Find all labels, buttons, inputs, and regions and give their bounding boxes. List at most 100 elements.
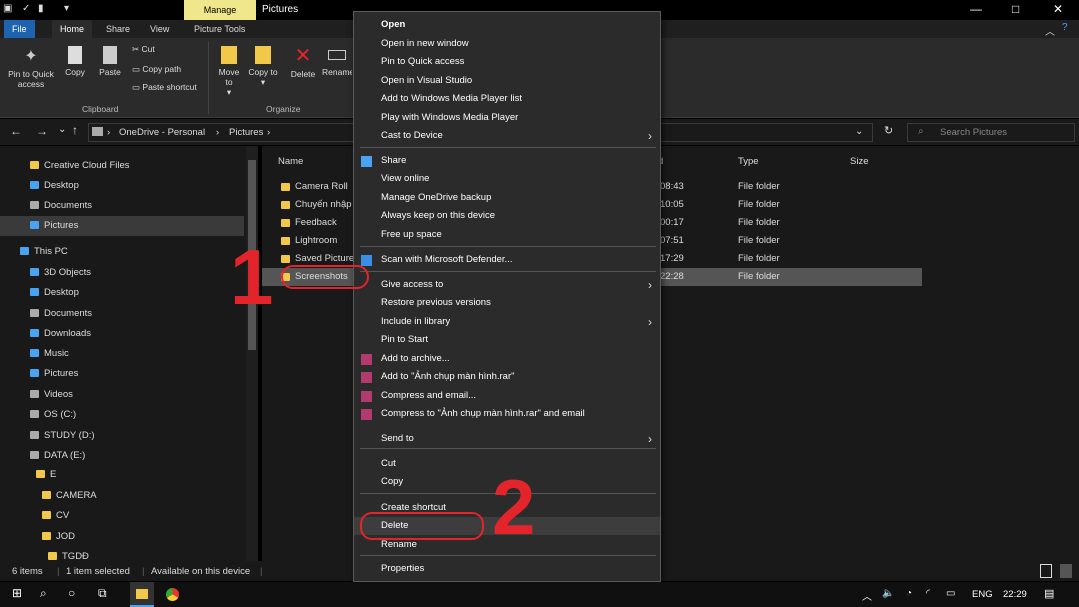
sidebar-item[interactable]: OS (C:) bbox=[0, 405, 244, 425]
menu-item-label: Send to bbox=[381, 433, 414, 444]
menu-restore-versions[interactable]: Restore previous versions bbox=[354, 294, 660, 312]
sidebar-item[interactable]: STUDY (D:) bbox=[0, 426, 244, 446]
windows-start-icon[interactable]: ⊞ bbox=[12, 586, 22, 600]
menu-include-library[interactable]: Include in library › bbox=[354, 313, 660, 331]
up-arrow-icon[interactable]: ↑ bbox=[72, 123, 78, 137]
sidebar-item[interactable]: Music bbox=[0, 344, 244, 364]
sidebar-item[interactable]: Desktop bbox=[0, 283, 244, 303]
search-icon[interactable]: ⌕ bbox=[40, 586, 47, 601]
menu-properties[interactable]: Properties bbox=[354, 560, 660, 578]
copy-button[interactable]: Copy bbox=[62, 46, 88, 77]
cut-button[interactable]: ✂ Cut bbox=[132, 44, 155, 55]
close-button[interactable]: ✕ bbox=[1053, 2, 1063, 16]
network-icon[interactable]: ◜ bbox=[926, 588, 930, 599]
menu-scan-defender[interactable]: Scan with Microsoft Defender... bbox=[354, 251, 660, 269]
menu-always-keep[interactable]: Always keep on this device bbox=[354, 207, 660, 225]
menu-add-wmp-list[interactable]: Add to Windows Media Player list bbox=[354, 90, 660, 108]
details-view-icon[interactable] bbox=[1040, 564, 1052, 578]
menu-give-access[interactable]: Give access to › bbox=[354, 276, 660, 294]
sidebar-item[interactable]: Videos bbox=[0, 385, 244, 405]
properties-icon[interactable]: ✓ bbox=[22, 3, 30, 14]
menu-add-rar[interactable]: Add to "Ảnh chụp màn hình.rar" bbox=[354, 368, 660, 386]
menu-open-new-window[interactable]: Open in new window bbox=[354, 35, 660, 53]
volume-icon[interactable]: 🔈 bbox=[882, 588, 894, 599]
language-indicator[interactable]: ENG bbox=[972, 589, 993, 600]
menu-free-up-space[interactable]: Free up space bbox=[354, 226, 660, 244]
delete-ribbon-button[interactable]: ✕ Delete bbox=[288, 46, 318, 79]
menu-pin-start[interactable]: Pin to Start bbox=[354, 331, 660, 349]
sidebar-item[interactable]: CAMERA bbox=[0, 486, 244, 506]
sidebar-item[interactable]: Creative Cloud Files bbox=[0, 156, 244, 176]
sidebar-item[interactable]: Downloads bbox=[0, 324, 244, 344]
sidebar-item[interactable]: Desktop bbox=[0, 176, 244, 196]
copy-path-button[interactable]: ▭ Copy path bbox=[132, 64, 181, 75]
sidebar-item[interactable]: Documents bbox=[0, 196, 244, 216]
forward-arrow-icon[interactable]: → bbox=[36, 124, 48, 138]
manage-context-tab[interactable]: Manage bbox=[184, 0, 256, 20]
sidebar-item[interactable]: 3D Objects bbox=[0, 263, 244, 283]
rename-ribbon-button[interactable]: Rename bbox=[322, 46, 352, 77]
menu-send-to[interactable]: Send to › bbox=[354, 430, 660, 448]
menu-add-archive[interactable]: Add to archive... bbox=[354, 350, 660, 368]
refresh-button[interactable]: ↻ bbox=[884, 124, 893, 137]
chrome-icon[interactable] bbox=[166, 588, 179, 601]
column-name[interactable]: Name bbox=[278, 156, 303, 167]
menu-separator bbox=[360, 555, 656, 556]
new-folder-icon[interactable]: ▮ bbox=[38, 3, 44, 14]
sidebar-item[interactable]: E bbox=[0, 465, 244, 485]
menu-share[interactable]: Share bbox=[354, 152, 660, 170]
paste-shortcut-button[interactable]: ▭ Paste shortcut bbox=[132, 82, 197, 93]
back-arrow-icon[interactable]: ← bbox=[10, 124, 22, 138]
search-input[interactable]: ⌕ Search Pictures bbox=[907, 123, 1075, 142]
recent-locations-icon[interactable]: ⌄ bbox=[58, 124, 66, 135]
sidebar-item[interactable]: JOD bbox=[0, 527, 244, 547]
minimize-button[interactable]: — bbox=[970, 2, 982, 16]
menu-item-label: Add to archive... bbox=[381, 353, 450, 364]
customize-toolbar-icon[interactable]: ▾ bbox=[64, 3, 69, 14]
column-type[interactable]: Type bbox=[738, 156, 759, 167]
address-dropdown-icon[interactable]: ⌄ bbox=[855, 126, 863, 137]
menu-view-online[interactable]: View online bbox=[354, 170, 660, 188]
menu-cast-to-device[interactable]: Cast to Device › bbox=[354, 127, 660, 145]
large-icons-view-icon[interactable] bbox=[1060, 564, 1072, 578]
menu-play-wmp[interactable]: Play with Windows Media Player bbox=[354, 109, 660, 127]
help-icon[interactable]: ? bbox=[1062, 22, 1068, 33]
breadcrumb-onedrive[interactable]: OneDrive - Personal bbox=[119, 127, 205, 138]
menu-open[interactable]: Open bbox=[354, 16, 660, 34]
maximize-button[interactable]: □ bbox=[1012, 2, 1019, 16]
menu-compress-rar-email[interactable]: Compress to "Ảnh chụp màn hình.rar" and … bbox=[354, 405, 660, 423]
paste-button[interactable]: Paste bbox=[96, 46, 124, 77]
collapse-ribbon-icon[interactable]: ︿ bbox=[1045, 23, 1055, 38]
menu-pin-quick-access[interactable]: Pin to Quick access bbox=[354, 53, 660, 71]
copy-to-button[interactable]: Copy to ▾ bbox=[248, 46, 278, 88]
tab-share[interactable]: Share bbox=[98, 20, 138, 38]
status-divider: | bbox=[57, 566, 60, 577]
pin-quick-access-button[interactable]: ✦ Pin to Quick access bbox=[4, 46, 58, 89]
tab-picture-tools[interactable]: Picture Tools bbox=[186, 20, 253, 38]
sidebar-item[interactable]: Pictures bbox=[0, 216, 244, 236]
tab-home[interactable]: Home bbox=[52, 20, 93, 38]
sidebar-item[interactable]: Pictures bbox=[0, 364, 244, 384]
notifications-icon[interactable]: ▤ bbox=[1044, 587, 1054, 600]
breadcrumb-pictures[interactable]: Pictures bbox=[229, 127, 263, 138]
tab-file[interactable]: File bbox=[4, 20, 35, 38]
clock[interactable]: 22:29 bbox=[1003, 589, 1027, 600]
sidebar-item[interactable]: DATA (E:) bbox=[0, 446, 244, 466]
menu-compress-email[interactable]: Compress and email... bbox=[354, 387, 660, 405]
show-hidden-icons[interactable]: ︿ bbox=[862, 588, 872, 603]
column-size[interactable]: Size bbox=[850, 156, 868, 167]
menu-manage-backup[interactable]: Manage OneDrive backup bbox=[354, 189, 660, 207]
tab-view[interactable]: View bbox=[142, 20, 177, 38]
cortana-icon[interactable]: ○ bbox=[68, 586, 75, 600]
task-view-icon[interactable]: ⧉ bbox=[98, 586, 107, 601]
menu-open-visual-studio[interactable]: Open in Visual Studio bbox=[354, 72, 660, 90]
input-icon[interactable]: ▭ bbox=[946, 588, 955, 599]
folder-icon bbox=[42, 511, 51, 520]
sidebar-item[interactable]: Documents bbox=[0, 304, 244, 324]
file-explorer-taskbar-button[interactable] bbox=[130, 582, 154, 607]
sidebar-item[interactable]: This PC bbox=[0, 242, 244, 262]
sidebar-item[interactable]: CV bbox=[0, 506, 244, 526]
wifi-icon[interactable]: ◔ bbox=[906, 588, 912, 599]
move-to-button[interactable]: Move to ▾ bbox=[214, 46, 244, 98]
menu-item-label: Cut bbox=[381, 458, 396, 469]
